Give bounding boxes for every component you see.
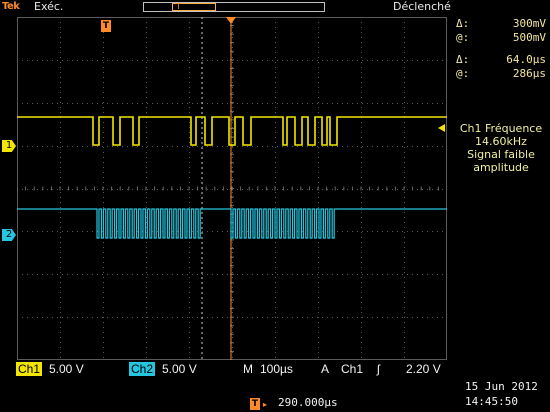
trigger-position-icon: T [250,398,260,410]
measurement-readout: Ch1 Fréquence 14.60kHz Signal faible amp… [452,122,550,174]
cursor-delta-v-value: 300mV [512,17,546,30]
cursor-t-value: 286µs [512,67,546,80]
ch2-label[interactable]: Ch2 [129,362,156,376]
cursor-t-label: @: [456,67,470,80]
trigger-point-marker [226,17,236,24]
measurement-value: 14.60kHz [475,135,527,148]
trigger-time-marker[interactable]: T [101,20,111,32]
run-state[interactable]: Exéc. [34,0,63,13]
time-display: 14:45:50 [465,395,518,408]
ch2-waveform [17,208,447,239]
trigger-source[interactable]: Ch1 [341,362,363,376]
trigger-level-arrow-icon[interactable] [438,124,445,132]
arrow-right-icon: ▸ [263,400,268,409]
waveform-display[interactable] [17,17,447,360]
cursor-v-label: @: [456,31,470,44]
ch1-scale[interactable]: 5.00 V [49,362,84,376]
cursor-delta-t-value: 64.0µs [506,53,546,66]
timebase-scale[interactable]: 100µs [260,362,293,376]
cursor-v-value: 500mV [512,31,546,44]
ch1-ground-marker[interactable]: 1 [2,140,16,152]
measurement-warning-1: Signal faible [467,148,535,161]
ch2-scale[interactable]: 5.00 V [162,362,197,376]
graticule-ticks [17,17,439,360]
measurement-warning-2: amplitude [473,161,529,174]
ch1-label[interactable]: Ch1 [16,362,43,376]
trigger-state: Déclenché [393,0,451,13]
measurement-title: Ch1 Fréquence [459,122,543,135]
ch2-ground-marker[interactable]: 2 [2,229,16,241]
brand-logo: Tek [2,1,20,12]
trigger-slope-icon[interactable]: ʃ [377,362,380,376]
record-length-bar[interactable] [143,2,325,12]
ch1-waveform [17,116,447,146]
trigger-mode: A [321,362,330,376]
date-display: 15 Jun 2012 [465,380,538,393]
trigger-level[interactable]: 2.20 V [406,362,441,376]
horizontal-position[interactable]: 290.000µs [278,396,338,409]
cursor-delta-t-label: Δ: [456,53,470,66]
timebase-mode: M [243,362,253,376]
trigger-position-marker-record: T [176,2,181,11]
cursor-delta-v-label: Δ: [456,17,470,30]
